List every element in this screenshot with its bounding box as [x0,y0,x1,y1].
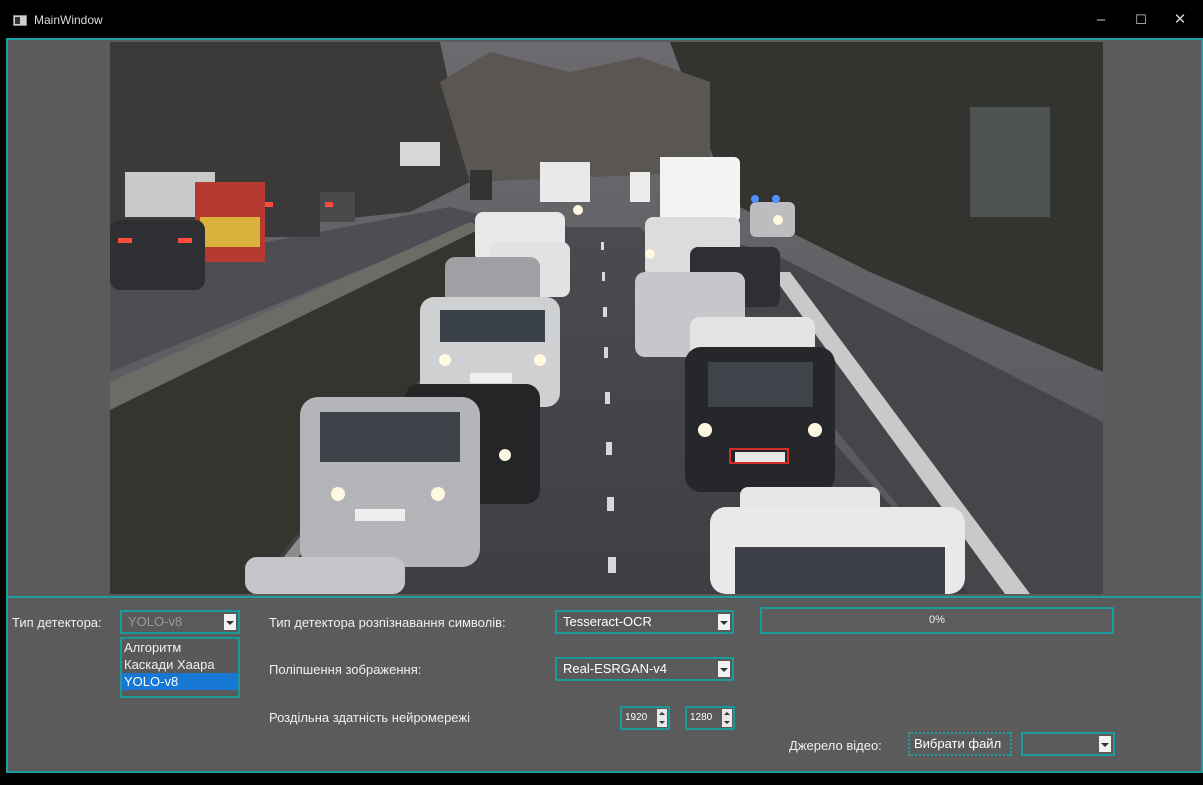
progress-text: 0% [929,614,945,626]
chevron-down-icon [224,614,236,630]
maximize-button[interactable]: ☐ [1121,8,1161,32]
ocr-type-combobox[interactable]: Tesseract-OCR [555,610,734,634]
spin-up-icon[interactable] [722,709,732,718]
video-source-combobox[interactable] [1021,732,1115,756]
resolution-height-spinbox[interactable]: 1280 [685,706,735,730]
window-title: MainWindow [34,13,103,27]
enhancement-value: Real-ESRGAN-v4 [563,661,668,676]
resolution-width-value: 1920 [625,712,648,723]
main-window-body: Тип детектора: YOLO-v8 Алгоритм Каскади … [6,38,1203,773]
dropdown-option-yolo-v8[interactable]: YOLO-v8 [122,673,238,690]
bottom-strip [0,773,1203,785]
enhancement-combobox[interactable]: Real-ESRGAN-v4 [555,657,734,681]
close-button[interactable]: ✕ [1160,8,1200,32]
choose-file-button[interactable]: Вибрати файл [908,732,1012,756]
resolution-label: Роздільна здатність нейромережі [269,710,470,725]
resolution-width-spinbox[interactable]: 1920 [620,706,670,730]
resolution-height-value: 1280 [690,712,713,723]
detector-type-label: Тип детектора: [12,615,102,630]
dropdown-option-haar-cascades[interactable]: Каскади Хаара [122,656,238,673]
detector-type-value: YOLO-v8 [128,614,183,629]
app-window-icon [13,15,27,26]
title-bar: MainWindow – ☐ ✕ [0,0,1203,38]
ocr-type-label: Тип детектора розпізнавання символів: [269,615,506,630]
spin-up-icon[interactable] [657,709,667,718]
minimize-button[interactable]: – [1081,8,1121,32]
enhancement-label: Поліпшення зображення: [269,662,422,677]
detector-type-dropdown-list: Алгоритм Каскади Хаара YOLO-v8 [120,637,240,698]
ocr-type-value: Tesseract-OCR [563,614,652,629]
spin-down-icon[interactable] [657,718,667,727]
chevron-down-icon [718,661,730,677]
chevron-down-icon [718,614,730,630]
video-scene [110,42,1103,594]
chevron-down-icon [1099,736,1111,752]
video-source-label: Джерело відео: [789,738,882,753]
dropdown-option-algorithm[interactable]: Алгоритм [122,639,238,656]
detector-type-combobox[interactable]: YOLO-v8 [120,610,240,634]
controls-panel: Тип детектора: YOLO-v8 Алгоритм Каскади … [8,596,1203,771]
video-frame [110,42,1103,594]
spin-down-icon[interactable] [722,718,732,727]
progress-bar: 0% [760,607,1114,634]
